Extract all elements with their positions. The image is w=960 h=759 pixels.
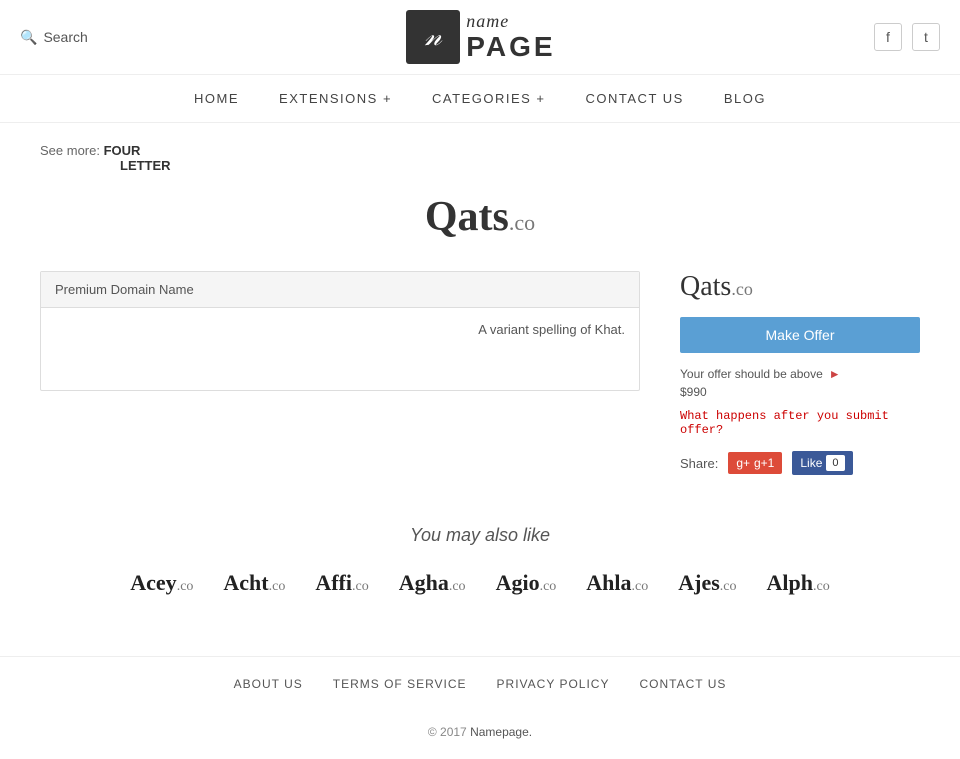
breadcrumb-link2[interactable]: LETTER <box>120 158 171 173</box>
nav-blog[interactable]: BLOG <box>724 91 766 106</box>
right-domain-name: Qats.co <box>680 271 920 303</box>
domain-list-item[interactable]: Affi.co <box>315 570 368 596</box>
footer-brand-link[interactable]: Namepage. <box>470 725 532 739</box>
footer-copy-text: © 2017 <box>428 725 467 739</box>
domain-title-big: Qats.co <box>425 194 535 240</box>
logo[interactable]: 𝓃 name PAGE <box>406 10 555 64</box>
domain-list-item[interactable]: Ahla.co <box>586 570 648 596</box>
facebook-icon[interactable]: f <box>874 23 902 51</box>
breadcrumb-link1[interactable]: FOUR <box>104 143 141 158</box>
domain-list-item[interactable]: Acht.co <box>223 570 285 596</box>
domain-item-tld: .co <box>632 579 649 594</box>
right-domain-tld: .co <box>731 279 753 299</box>
logo-page: PAGE <box>466 32 555 63</box>
domain-list-item[interactable]: Acey.co <box>130 570 193 596</box>
footer-link-item[interactable]: ABOUT US <box>234 677 303 691</box>
nav-home[interactable]: HOME <box>194 91 239 106</box>
offer-info: Your offer should be above ► <box>680 367 920 381</box>
domain-item-tld: .co <box>720 579 737 594</box>
domain-tld-display: .co <box>509 210 535 235</box>
nav-contact[interactable]: CONTACT US <box>586 91 684 106</box>
also-like-title: You may also like <box>40 525 920 546</box>
domain-item-tld: .co <box>540 579 557 594</box>
social-icons: f t <box>874 23 940 51</box>
search-area[interactable]: 🔍 Search <box>20 29 88 46</box>
domain-item-tld: .co <box>269 579 286 594</box>
domain-item-tld: .co <box>449 579 466 594</box>
search-icon: 🔍 <box>20 29 37 46</box>
domain-item-tld: .co <box>352 579 369 594</box>
domain-item-name: Ajes <box>678 570 720 595</box>
domain-item-name: Agio <box>496 570 540 595</box>
logo-text: name PAGE <box>466 12 555 63</box>
offer-hint-text: Your offer should be above <box>680 367 823 381</box>
footer-copy: © 2017 Namepage. <box>0 711 960 759</box>
domain-item-name: Ahla <box>586 570 631 595</box>
right-domain-text: Qats <box>680 271 731 302</box>
gplus-label: g+1 <box>754 456 774 470</box>
content-flex: Premium Domain Name A variant spelling o… <box>40 271 920 475</box>
domain-description: A variant spelling of Khat. <box>478 322 625 337</box>
logo-box: 𝓃 <box>406 10 460 64</box>
arrow-icon: ► <box>829 367 841 381</box>
nav-categories[interactable]: CATEGORIES + <box>432 91 545 106</box>
main-nav: HOME EXTENSIONS + CATEGORIES + CONTACT U… <box>0 75 960 123</box>
domain-item-name: Acht <box>223 570 268 595</box>
see-more-prefix: See more: <box>40 143 100 158</box>
domain-name-display: Qats <box>425 194 509 240</box>
domain-list-item[interactable]: Agio.co <box>496 570 557 596</box>
main-content: See more: FOUR LETTER Qats.co Premium Do… <box>0 123 960 616</box>
domain-item-tld: .co <box>813 579 830 594</box>
share-row: Share: g+ g+1 Like 0 <box>680 451 920 475</box>
panel-body: A variant spelling of Khat. <box>41 308 639 351</box>
domain-list-item[interactable]: Agha.co <box>399 570 466 596</box>
domain-list: Acey.coAcht.coAffi.coAgha.coAgio.coAhla.… <box>40 570 920 596</box>
search-label: Search <box>43 29 87 45</box>
footer-links: ABOUT US TERMS OF SERVICE PRIVACY POLICY CO… <box>0 656 960 711</box>
share-label: Share: <box>680 456 718 471</box>
what-happens-link[interactable]: What happens after you submit offer? <box>680 409 920 437</box>
make-offer-button[interactable]: Make Offer <box>680 317 920 353</box>
twitter-icon[interactable]: t <box>912 23 940 51</box>
footer-link-item[interactable]: PRIVACY POLICY <box>497 677 610 691</box>
fb-like-label: Like <box>800 456 822 470</box>
domain-list-item[interactable]: Ajes.co <box>678 570 736 596</box>
gplus-button[interactable]: g+ g+1 <box>728 452 782 474</box>
fb-count: 0 <box>826 455 844 471</box>
domain-item-name: Alph <box>767 570 813 595</box>
offer-amount: $990 <box>680 385 920 399</box>
domain-item-name: Agha <box>399 570 449 595</box>
domain-item-tld: .co <box>177 579 194 594</box>
footer-link-item[interactable]: TERMS OF SERVICE <box>333 677 467 691</box>
domain-item-name: Acey <box>130 570 176 595</box>
right-panel: Qats.co Make Offer Your offer should be … <box>680 271 920 475</box>
gplus-icon: g+ <box>736 456 750 470</box>
also-like-section: You may also like Acey.coAcht.coAffi.coA… <box>40 525 920 596</box>
logo-initial: 𝓃 <box>425 21 442 53</box>
breadcrumb: See more: FOUR LETTER <box>40 143 920 173</box>
header: 🔍 Search 𝓃 name PAGE f t <box>0 0 960 75</box>
nav-extensions[interactable]: EXTENSIONS + <box>279 91 392 106</box>
panel-header: Premium Domain Name <box>41 272 639 308</box>
domain-title-area: Qats.co <box>40 193 920 241</box>
logo-name: name <box>466 12 555 32</box>
domain-list-item[interactable]: Alph.co <box>767 570 830 596</box>
domain-info-panel: Premium Domain Name A variant spelling o… <box>40 271 640 391</box>
footer-link-item[interactable]: CONTACT US <box>639 677 726 691</box>
facebook-like-button[interactable]: Like 0 <box>792 451 852 475</box>
domain-item-name: Affi <box>315 570 352 595</box>
